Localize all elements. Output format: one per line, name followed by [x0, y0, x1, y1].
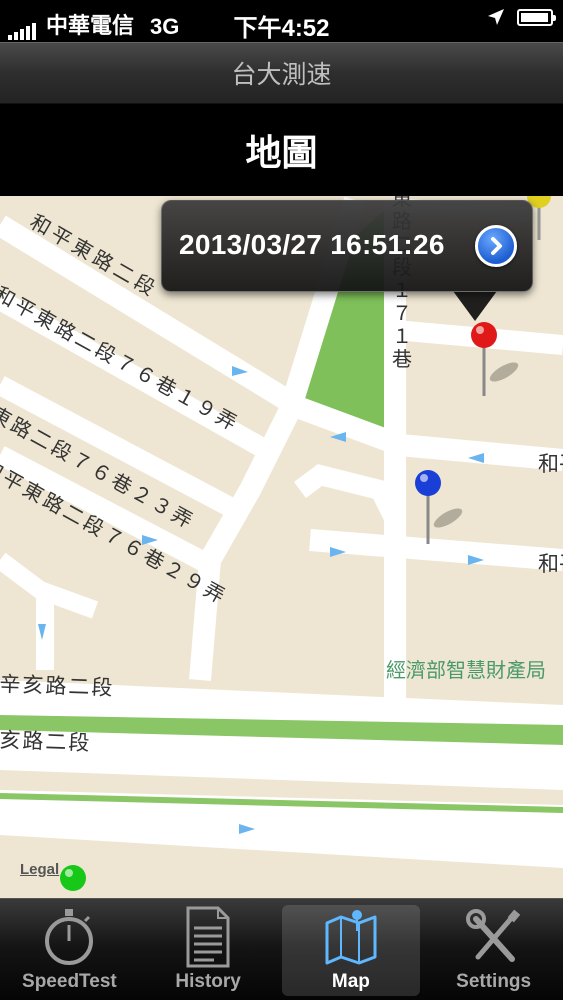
green-pin[interactable] — [57, 862, 97, 898]
wrench-screwdriver-icon — [464, 905, 524, 969]
status-time: 下午4:52 — [233, 15, 330, 42]
tab-bar: SpeedTest History Map Settings — [0, 898, 563, 1000]
callout-tail — [453, 291, 497, 321]
navigation-bar: 地圖 — [0, 104, 563, 196]
street-label: 和平 — [538, 453, 563, 476]
tab-label: Settings — [456, 971, 532, 992]
status-bar: 中華電信 3G 下午4:52 — [0, 0, 563, 42]
pin-callout[interactable]: 2013/03/27 16:51:26 — [161, 200, 533, 292]
map-icon — [321, 905, 381, 969]
street-label: 亥路二段 — [0, 728, 92, 756]
poi-label: 經濟部智慧財產局 — [386, 660, 546, 682]
app-title: 台大測速 — [231, 60, 332, 89]
street-label: 辛亥路二段 — [0, 672, 115, 700]
app-title-bar: 台大測速 — [0, 42, 563, 104]
battery-icon — [517, 8, 556, 26]
callout-timestamp: 2013/03/27 16:51:26 — [179, 229, 445, 260]
location-arrow-icon — [488, 9, 504, 25]
document-icon — [178, 905, 238, 969]
disclosure-chevron-icon[interactable] — [475, 225, 517, 267]
blue-pin[interactable] — [414, 468, 474, 548]
tab-history[interactable]: History — [139, 899, 278, 1000]
tab-label: SpeedTest — [22, 971, 117, 992]
stopwatch-icon — [39, 905, 99, 969]
tab-speedtest[interactable]: SpeedTest — [0, 899, 139, 1000]
tab-map[interactable]: Map — [281, 905, 421, 996]
page-title: 地圖 — [245, 133, 318, 174]
status-right — [487, 8, 556, 26]
tab-label: Map — [331, 971, 370, 992]
tab-label: History — [175, 971, 241, 992]
red-pin[interactable] — [470, 320, 530, 400]
legal-link[interactable]: Legal — [20, 861, 59, 878]
street-label: 和平 — [538, 553, 563, 576]
tab-settings[interactable]: Settings — [424, 899, 563, 1000]
